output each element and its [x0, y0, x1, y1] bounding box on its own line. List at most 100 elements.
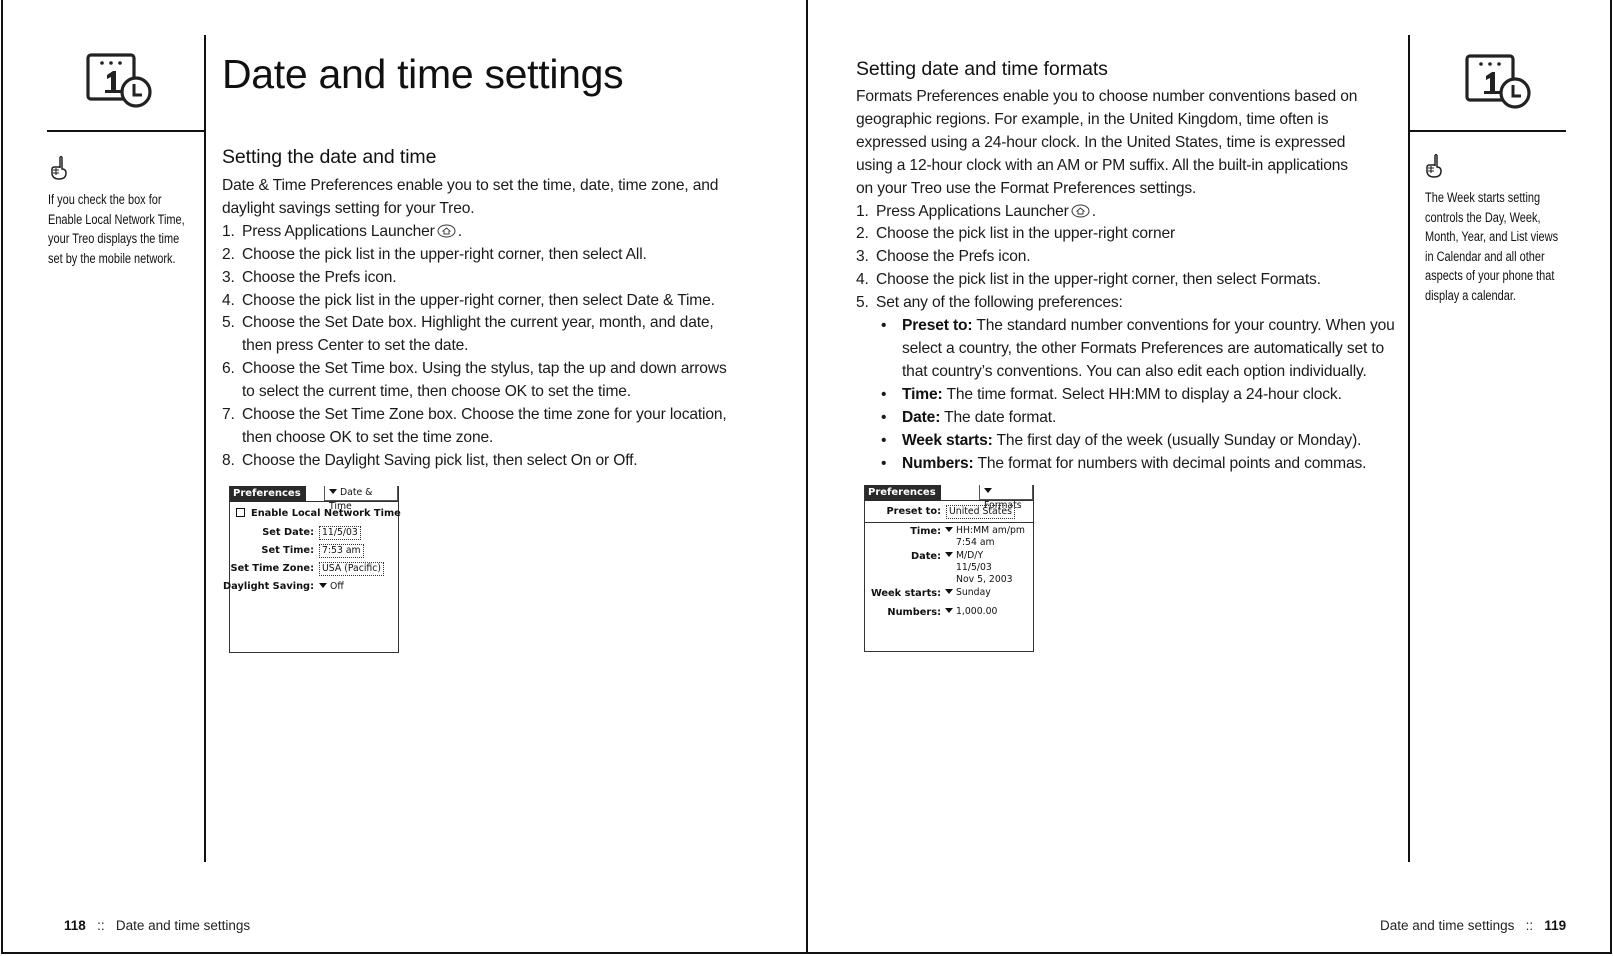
checkbox-label: Enable Local Network Time: [251, 508, 401, 519]
pointing-hand-tip-icon: [51, 155, 67, 180]
step-text: Press Applications Launcher: [242, 222, 435, 240]
step-item: 3. Choose the Prefs icon.: [856, 246, 1416, 269]
palm-row: Set Date: 11/5/03: [230, 525, 398, 541]
palm-label: Preset to:: [886, 506, 941, 517]
right-sidenote: The Week starts setting controls the Day…: [1425, 188, 1581, 306]
sidenote-line: in Calendar and all other: [1425, 248, 1545, 264]
bullet-text: The standard number conventions for your…: [972, 317, 1395, 335]
intro-line: expressed using a 24-hour clock. In the …: [856, 133, 1346, 151]
step-number: 2.: [222, 245, 235, 263]
intro-line: Formats Preferences enable you to choose…: [856, 88, 1358, 105]
dropdown-triangle-icon: [319, 583, 327, 588]
left-body: Date & Time Preferences enable you to se…: [222, 175, 762, 473]
step-number: 7.: [222, 406, 235, 424]
week-starts-value: Sunday: [956, 587, 991, 598]
step-item: 2. Choose the pick list in the upper-righ…: [222, 244, 762, 267]
bullet-dot: •: [881, 454, 887, 472]
bullet-text: The format for numbers with decimal poin…: [973, 454, 1367, 472]
page-border-right: [1610, 0, 1612, 954]
step-item: 4. Choose the pick list in the upper-righ…: [856, 269, 1416, 292]
date-time-preferences-screenshot: Preferences Date & Time Enable Local Net…: [223, 486, 401, 653]
step-number: 3.: [222, 268, 235, 286]
sidenote-line: set by the mobile network.: [48, 250, 176, 266]
left-sidebar-rule: [47, 130, 205, 132]
palm-row: Time: HH:MM am/pm 7:54 am: [865, 525, 1033, 551]
bullet-text: The time format. Select HH:MM to display…: [942, 385, 1342, 403]
calendar-clock-icon: [1465, 54, 1531, 109]
left-footer: 118 :: Date and time settings: [49, 903, 250, 948]
palm-label: Date:: [911, 551, 941, 562]
applications-launcher-icon: [1071, 204, 1090, 218]
right-sidebar-rule: [1408, 130, 1566, 132]
step-text: Choose the Set Time Zone box. Choose the…: [242, 406, 727, 424]
sidenote-line: Month, Year, and List views: [1425, 229, 1559, 245]
palm-title-tab: Preferences: [865, 485, 941, 501]
palm-preset-row: Preset to: United States: [865, 502, 1033, 523]
pointing-hand-tip-icon: [1426, 153, 1442, 178]
bullet-item: • Date: The date format.: [881, 407, 1416, 430]
step-text: Choose the Set Time box. Using the stylu…: [242, 360, 727, 378]
step-number: 2.: [856, 225, 869, 243]
preferences-bullet-list: • Preset to: The standard number conventi…: [856, 315, 1416, 475]
bullet-text: The date format.: [940, 408, 1057, 426]
dropdown-triangle-icon: [945, 527, 953, 532]
section-heading: Setting the date and time: [222, 146, 437, 168]
intro-line: using a 12-hour clock with an AM or PM s…: [856, 156, 1348, 174]
step-item: 2. Choose the pick list in the upper-righ…: [856, 223, 1416, 246]
step-item: 5. Set any of the following preferences:: [856, 292, 1416, 315]
step-number: 4.: [222, 291, 235, 309]
date-sample-short: 11/5/03: [956, 562, 992, 573]
sidenote-line: controls the Day, Week,: [1425, 209, 1541, 225]
palm-row: Date: M/D/Y 11/5/03 Nov 5, 2003: [865, 550, 1033, 588]
palm-title-bar: Preferences Date & Time: [230, 486, 398, 512]
bullet-dot: •: [881, 317, 887, 335]
bullet-text: The first day of the week (usually Sunda…: [992, 431, 1362, 449]
palm-category-picklist: Date & Time: [324, 486, 398, 512]
step-text: Choose the Prefs icon.: [876, 248, 1031, 266]
dropdown-triangle-icon: [945, 552, 953, 557]
palm-row: Set Time Zone: USA (Pacific): [230, 561, 398, 577]
step-item: 3. Choose the Prefs icon.: [222, 267, 762, 290]
bullet-text: select a country, the other Formats Pref…: [902, 339, 1385, 357]
set-time-zone-box: USA (Pacific): [319, 562, 384, 576]
daylight-saving-value: Off: [330, 581, 344, 592]
step-text: .: [457, 222, 462, 240]
bullet-term: Time:: [902, 385, 943, 403]
bullet-item: • Week starts: The first day of the week …: [881, 430, 1416, 453]
right-footer: Date and time settings :: 119: [1365, 903, 1566, 948]
palm-row: Daylight Saving: Off: [223, 579, 398, 595]
preset-to-box: United States: [946, 505, 1015, 519]
step-item: 4. Choose the pick list in the upper-righ…: [222, 290, 762, 313]
palm-label: Daylight Saving:: [223, 581, 314, 592]
bullet-term: Week starts:: [902, 431, 993, 449]
formats-preferences-screenshot: Preferences Formats Preset to: United St…: [864, 485, 1034, 652]
step-item: 6. Choose the Set Time box. Using the sty…: [222, 358, 762, 404]
palm-value: 7:53 am: [319, 543, 364, 559]
steps-list: 1. Press Applications Launcher. 2. Choose …: [222, 221, 762, 473]
page-number: 118: [64, 918, 86, 933]
palm-label: Set Time Zone:: [230, 563, 314, 574]
step-number: 4.: [856, 271, 869, 289]
left-sidenote: If you check the box for Enable Local Ne…: [48, 190, 204, 268]
time-format-value: HH:MM am/pm: [956, 525, 1025, 536]
palm-value: Off: [319, 579, 344, 595]
palm-value: HH:MM am/pm 7:54 am: [945, 525, 1025, 549]
intro-line: geographic regions. For example, in the …: [856, 110, 1329, 128]
right-body: Formats Preferences enable you to choose…: [856, 86, 1416, 475]
step-item: 1. Press Applications Launcher.: [856, 201, 1416, 224]
palm-label: Set Time:: [261, 545, 314, 556]
intro-line: daylight savings setting for your Treo.: [222, 199, 475, 217]
calendar-clock-icon: [86, 53, 152, 108]
section-heading: Setting date and time formats: [856, 58, 1108, 80]
palm-category-picklist: Formats: [979, 485, 1033, 511]
palm-value: United States: [946, 504, 1015, 520]
bullet-item: • Numbers: The format for numbers with de…: [881, 453, 1416, 476]
footer-section: Date and time settings: [115, 918, 251, 933]
bullet-text: that country’s conventions. You can also…: [902, 362, 1367, 380]
step-text: to select the current time, then choose …: [242, 383, 631, 401]
palm-value: 11/5/03: [319, 525, 361, 541]
palm-value: M/D/Y 11/5/03 Nov 5, 2003: [945, 550, 1013, 586]
step-number: 6.: [222, 360, 235, 378]
palm-label: Week starts:: [870, 588, 941, 599]
footer-section: Date and time settings: [1380, 918, 1515, 933]
